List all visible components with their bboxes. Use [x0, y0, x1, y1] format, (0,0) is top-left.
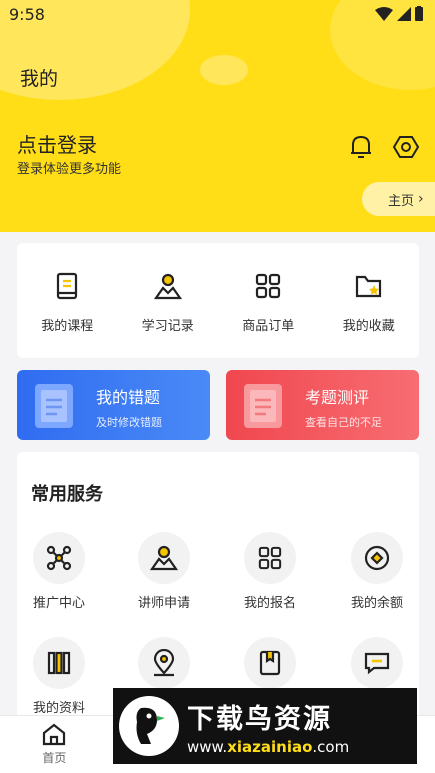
service-teacher[interactable]: 讲师申请	[114, 532, 214, 611]
quick-item-label: 我的收藏	[342, 319, 395, 334]
quick-item-favorites[interactable]: 我的收藏	[319, 243, 420, 358]
coin-icon	[351, 532, 403, 584]
home-icon	[43, 723, 66, 746]
chevron-right-icon: ›	[418, 191, 424, 207]
bird-logo-icon	[119, 696, 179, 756]
watermark-title: 下载鸟资源	[187, 703, 332, 735]
bell-icon	[351, 135, 371, 158]
quick-item-label: 我的课程	[41, 319, 94, 334]
wrong-questions-banner[interactable]: 我的错题 及时修改错题	[17, 370, 210, 440]
banner-title: 考题测评	[305, 388, 370, 407]
quick-actions-card: 我的课程 学习记录 商品订单 我的收藏	[17, 243, 419, 358]
folder-star-icon	[354, 271, 384, 301]
service-balance[interactable]: 我的余额	[327, 532, 427, 611]
gear-icon	[392, 136, 420, 158]
book-icon	[52, 271, 82, 301]
home-button[interactable]: 主页 ›	[362, 182, 435, 216]
watermark-text: 下载鸟资源 www.xiazainiao.com	[187, 697, 349, 756]
profile-page: 9:58 我的 点击登录 登录体验更多功能 主页 › 我的课程 学习记录 商品订…	[0, 0, 435, 773]
watermark: 下载鸟资源 www.xiazainiao.com	[113, 688, 417, 764]
message-icon	[351, 637, 403, 689]
status-time: 9:58	[9, 5, 45, 24]
service-label: 讲师申请	[137, 596, 190, 611]
exam-evaluation-banner[interactable]: 考题测评 查看自己的不足	[226, 370, 419, 440]
scroll-icon	[244, 384, 282, 428]
network-icon	[33, 532, 85, 584]
status-bar: 9:58	[0, 0, 435, 30]
notebook-icon	[35, 384, 73, 428]
quick-item-label: 学习记录	[141, 319, 194, 334]
service-promotion[interactable]: 推广中心	[9, 532, 109, 611]
banner-subtitle: 及时修改错题	[96, 416, 162, 429]
grid-icon	[253, 271, 283, 301]
profile-header: 9:58 我的 点击登录 登录体验更多功能 主页 ›	[0, 0, 435, 232]
service-label: 推广中心	[32, 596, 85, 611]
tab-label: 首页	[42, 751, 67, 765]
grid-icon	[244, 532, 296, 584]
battery-icon	[415, 6, 423, 21]
location-icon	[138, 637, 190, 689]
service-registration[interactable]: 我的报名	[220, 532, 320, 611]
login-link[interactable]: 点击登录	[17, 129, 97, 158]
signal-icon	[397, 6, 411, 21]
banner-title: 我的错题	[96, 388, 161, 407]
bookmark-book-icon	[244, 637, 296, 689]
person-record-icon	[153, 271, 183, 301]
notification-button[interactable]	[346, 132, 376, 162]
service-label: 我的报名	[243, 596, 296, 611]
service-materials[interactable]: 我的资料	[9, 637, 109, 716]
tab-home[interactable]: 首页	[0, 716, 109, 773]
services-card: 常用服务 推广中心 讲师申请 我的报名 我的余额 我的资料	[17, 452, 419, 722]
quick-item-records[interactable]: 学习记录	[118, 243, 219, 358]
wifi-icon	[375, 6, 393, 21]
service-label: 我的资料	[32, 701, 85, 716]
teacher-icon	[138, 532, 190, 584]
quick-item-label: 商品订单	[242, 319, 295, 334]
login-subtitle: 登录体验更多功能	[17, 162, 122, 177]
banner-subtitle: 查看自己的不足	[305, 416, 382, 429]
status-icons	[375, 6, 423, 21]
settings-button[interactable]	[391, 132, 421, 162]
quick-item-orders[interactable]: 商品订单	[218, 243, 319, 358]
services-title: 常用服务	[31, 484, 103, 505]
quick-item-courses[interactable]: 我的课程	[17, 243, 118, 358]
home-button-label: 主页	[388, 193, 415, 209]
watermark-url: www.xiazainiao.com	[187, 737, 350, 756]
books-icon	[33, 637, 85, 689]
decor-blob	[200, 55, 248, 85]
service-label: 我的余额	[350, 596, 403, 611]
page-title: 我的	[20, 68, 59, 90]
